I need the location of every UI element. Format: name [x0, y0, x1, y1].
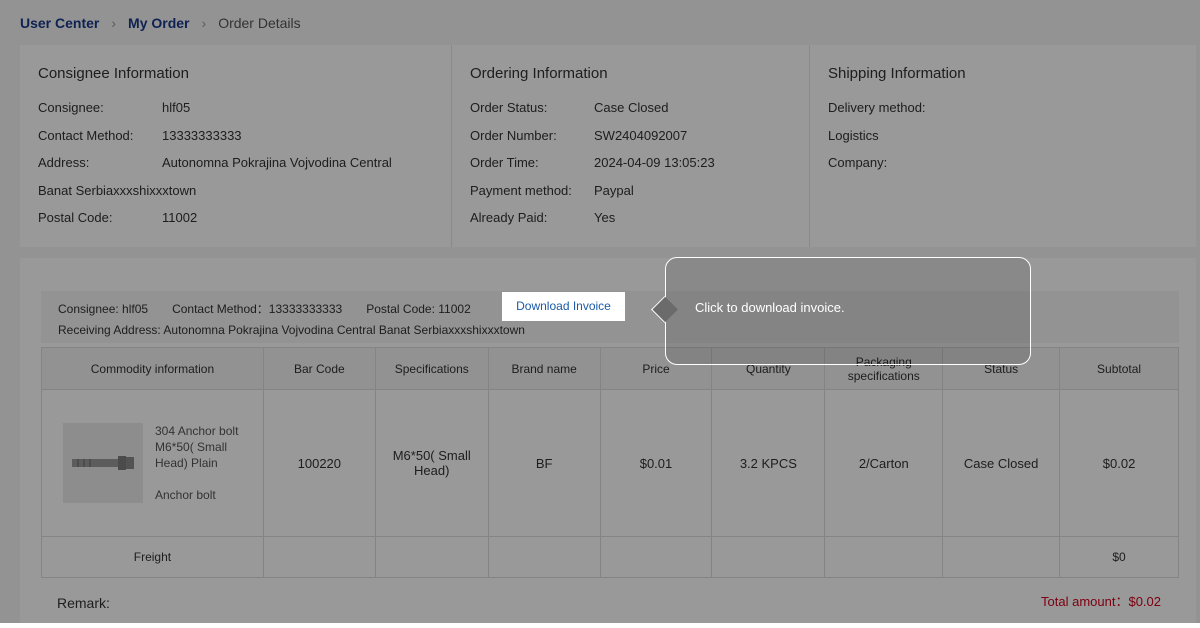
header-consignee: Consignee: hlf05: [58, 301, 149, 316]
consignee-value: hlf05: [162, 100, 191, 115]
column-header: Brand name: [487, 347, 601, 390]
column-header: Bar Code: [262, 347, 376, 390]
column-header: Specifications: [374, 347, 489, 390]
info-panel: Consignee Information Consignee: hlf05 Co…: [20, 45, 1196, 247]
order-number-label: Order Number:: [470, 127, 557, 143]
price-cell: $0.01: [599, 389, 713, 537]
order-number-value: SW2404092007: [594, 127, 688, 143]
chevron-right-icon: ›: [111, 15, 117, 31]
address-label: Address:: [38, 155, 90, 170]
order-time-label: Order Time:: [470, 155, 539, 170]
ordering-info-title: Ordering Information: [470, 65, 608, 82]
postal-label: Postal Code:: [38, 210, 113, 225]
header-postal: Postal Code: 11002: [366, 301, 471, 316]
order-items-table: Commodity information Bar Code Specifica…: [41, 347, 1179, 578]
status-cell: Case Closed: [942, 389, 1061, 537]
company-label: Company:: [828, 155, 888, 170]
order-status-value: Case Closed: [594, 100, 669, 115]
packaging-cell: 2/Carton: [824, 389, 944, 537]
commodity-category: Anchor bolt: [155, 488, 216, 502]
delivery-method-label: Delivery method:: [828, 100, 926, 115]
ordering-info-section: Ordering Information Order Status: Case C…: [452, 45, 810, 247]
breadcrumb: User Center › My Order › Order Details: [20, 13, 301, 33]
breadcrumb-my-order[interactable]: My Order: [128, 15, 189, 31]
tooltip-text: Click to download invoice.: [695, 300, 845, 315]
column-header: Commodity information: [41, 347, 264, 390]
consignee-info-title: Consignee Information: [38, 65, 189, 82]
breadcrumb-current: Order Details: [218, 15, 301, 31]
already-paid-label: Already Paid:: [470, 210, 548, 225]
freight-row: Freight $0: [41, 536, 1179, 578]
commodity-name[interactable]: 304 Anchor bolt M6*50( Small Head) Plain: [155, 423, 242, 471]
contact-value: 13333333333: [162, 127, 242, 143]
address-value: Autonomna Pokrajina Vojvodina Central: [162, 155, 392, 170]
payment-method-label: Payment method:: [470, 182, 572, 198]
postal-value: 11002: [162, 210, 198, 225]
shipping-info-section: Shipping Information Delivery method: Lo…: [810, 45, 1196, 247]
quantity-cell: 3.2 KPCS: [711, 389, 826, 537]
contact-label: Contact Method:: [38, 127, 134, 143]
already-paid-value: Yes: [594, 210, 616, 225]
download-invoice-button[interactable]: Download Invoice: [502, 292, 625, 321]
breadcrumb-user-center[interactable]: User Center: [20, 15, 99, 31]
remark-label: Remark:: [57, 595, 110, 611]
column-header: Subtotal: [1059, 347, 1179, 390]
brand-cell: BF: [487, 389, 601, 537]
subtotal-cell: $0.02: [1059, 389, 1179, 537]
specifications-cell: M6*50( Small Head): [374, 389, 489, 537]
anchor-bolt-image[interactable]: [63, 423, 143, 503]
shipping-info-title: Shipping Information: [828, 65, 966, 82]
freight-label: Freight: [41, 536, 264, 578]
header-address: Receiving Address: Autonomna Pokrajina V…: [58, 323, 525, 337]
bar-code-cell: 100220: [262, 389, 376, 537]
guide-tooltip: Click to download invoice.: [651, 257, 1031, 365]
chevron-right-icon: ›: [201, 15, 207, 31]
header-contact: Contact Method：13333333333: [172, 302, 343, 316]
logistics-label: Logistics: [828, 127, 879, 143]
address-value-continued: Banat Serbiaxxxshixxxtown: [38, 182, 197, 198]
freight-value: $0: [1059, 536, 1179, 578]
table-row: 304 Anchor bolt M6*50( Small Head) Plain…: [41, 389, 1179, 537]
order-status-label: Order Status:: [470, 100, 548, 115]
consignee-info-section: Consignee Information Consignee: hlf05 Co…: [20, 45, 452, 247]
total-amount: Total amount：$0.02: [1041, 594, 1161, 609]
order-time-value: 2024-04-09 13:05:23: [594, 155, 715, 170]
consignee-label: Consignee:: [38, 100, 104, 115]
commodity-cell: 304 Anchor bolt M6*50( Small Head) Plain…: [41, 389, 264, 537]
payment-method-value: Paypal: [594, 182, 634, 198]
